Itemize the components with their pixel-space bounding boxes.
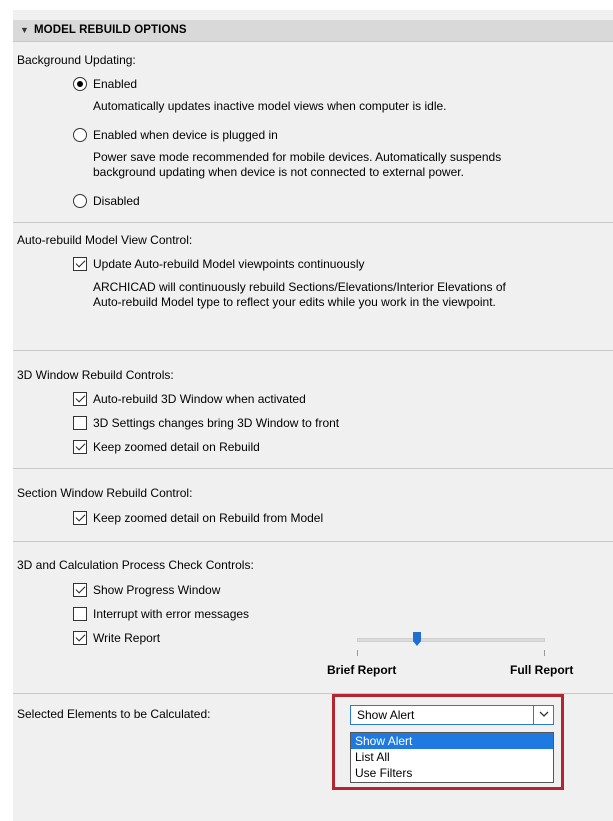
auto-rebuild-desc-1: ARCHICAD will continuously rebuild Secti… (93, 280, 506, 294)
section-window-heading: Section Window Rebuild Control: (17, 486, 193, 500)
auto-rebuild-3d-checkbox[interactable] (73, 392, 87, 406)
highlight-box (332, 694, 564, 790)
auto-rebuild-heading: Auto-rebuild Model View Control: (17, 233, 193, 247)
section-header[interactable]: ▼ MODEL REBUILD OPTIONS (13, 20, 613, 42)
window-3d-heading: 3D Window Rebuild Controls: (17, 368, 174, 382)
auto-rebuild-3d-label[interactable]: Auto-rebuild 3D Window when activated (93, 392, 306, 406)
settings-bring-front-label[interactable]: 3D Settings changes bring 3D Window to f… (93, 416, 339, 430)
write-report-label[interactable]: Write Report (93, 631, 160, 645)
radio-enabled[interactable] (73, 77, 87, 91)
section-title: MODEL REBUILD OPTIONS (34, 24, 187, 36)
radio-enabled-label[interactable]: Enabled (93, 77, 137, 91)
radio-plugged-in-label[interactable]: Enabled when device is plugged in (93, 128, 278, 142)
divider (13, 222, 613, 223)
selected-elements-label: Selected Elements to be Calculated: (17, 707, 211, 721)
update-viewpoints-checkbox[interactable] (73, 257, 87, 271)
slider-tick-max (544, 650, 545, 656)
report-slider-track[interactable] (357, 638, 545, 642)
keep-zoomed-3d-label[interactable]: Keep zoomed detail on Rebuild (93, 440, 260, 454)
radio-plugged-in-desc-1: Power save mode recommended for mobile d… (93, 150, 502, 164)
radio-plugged-in[interactable] (73, 128, 87, 142)
slider-tick-min (357, 650, 358, 656)
background-updating-heading: Background Updating: (17, 53, 136, 67)
calc-controls-heading: 3D and Calculation Process Check Control… (17, 558, 254, 572)
interrupt-errors-label[interactable]: Interrupt with error messages (93, 607, 249, 621)
radio-plugged-in-desc-2: background updating when device is not c… (93, 165, 464, 179)
radio-enabled-desc: Automatically updates inactive model vie… (93, 99, 447, 113)
interrupt-errors-checkbox[interactable] (73, 607, 87, 621)
keep-zoomed-section-checkbox[interactable] (73, 511, 87, 525)
keep-zoomed-3d-checkbox[interactable] (73, 440, 87, 454)
show-progress-label[interactable]: Show Progress Window (93, 583, 220, 597)
slider-max-label: Full Report (510, 663, 574, 677)
collapse-triangle-icon[interactable]: ▼ (20, 25, 29, 35)
slider-min-label: Brief Report (327, 663, 397, 677)
auto-rebuild-desc-2: Auto-rebuild Model type to reflect your … (93, 295, 496, 309)
keep-zoomed-section-label[interactable]: Keep zoomed detail on Rebuild from Model (93, 511, 323, 525)
radio-disabled[interactable] (73, 194, 87, 208)
update-viewpoints-label[interactable]: Update Auto-rebuild Model viewpoints con… (93, 257, 365, 271)
report-slider-thumb[interactable] (413, 632, 421, 646)
radio-disabled-label[interactable]: Disabled (93, 194, 140, 208)
divider (13, 541, 613, 542)
options-panel: ▼ MODEL REBUILD OPTIONS Background Updat… (13, 10, 613, 821)
divider (13, 350, 613, 351)
show-progress-checkbox[interactable] (73, 583, 87, 597)
settings-bring-front-checkbox[interactable] (73, 416, 87, 430)
divider (13, 468, 613, 469)
write-report-checkbox[interactable] (73, 631, 87, 645)
